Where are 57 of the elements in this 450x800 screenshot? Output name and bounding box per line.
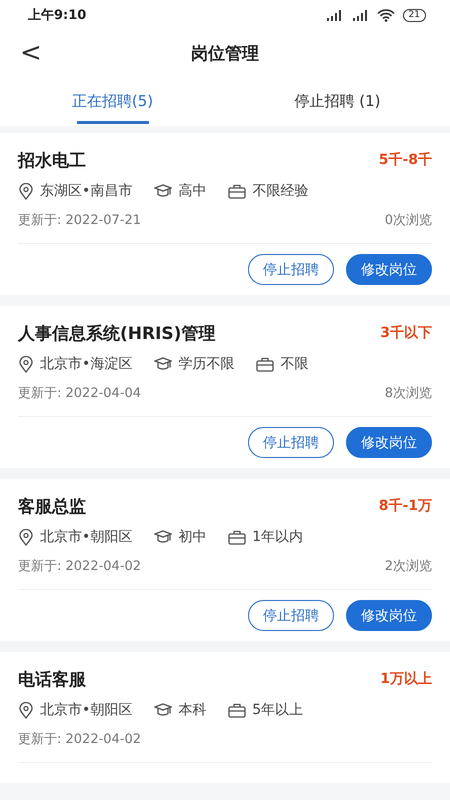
tab[interactable]: 正在招聘(5): [0, 76, 225, 126]
education: 学历不限: [178, 355, 234, 373]
edit-job-button[interactable]: 修改岗位: [346, 600, 432, 631]
experience: 不限: [280, 355, 308, 373]
education: 初中: [178, 528, 206, 546]
location: 东湖区•南昌市: [40, 182, 132, 200]
update-date: 更新于: 2022-04-02: [18, 731, 142, 748]
location-pin-icon: [18, 356, 34, 372]
stop-hiring-button[interactable]: 停止招聘: [248, 427, 334, 458]
update-date: 更新于: 2022-04-02: [18, 558, 142, 575]
edit-job-button[interactable]: 修改岗位: [346, 254, 432, 285]
salary: 8千-1万: [378, 497, 432, 515]
back-button[interactable]: <: [14, 38, 48, 68]
briefcase-icon: [228, 702, 246, 718]
education: 本科: [178, 701, 206, 719]
update-date: 更新于: 2022-07-21: [18, 212, 142, 229]
location: 北京市•朝阳区: [40, 528, 132, 546]
battery-level: 21: [402, 8, 426, 22]
experience: 不限经验: [252, 182, 308, 200]
experience: 5年以上: [252, 701, 304, 719]
experience: 1年以内: [252, 528, 304, 546]
briefcase-icon: [228, 530, 246, 544]
job-card[interactable]: 客服总监 8千-1万 北京市•朝阳区 初中 1年以内 更新于: 2022-04-02 2次浏览 停止招聘 修改岗位: [0, 479, 450, 641]
education: 高中: [178, 182, 206, 200]
location: 北京市•海淀区: [40, 355, 132, 373]
view-count: 0次浏览: [384, 212, 432, 229]
graduation-cap-icon: [154, 530, 172, 544]
briefcase-icon: [256, 356, 274, 372]
job-title: 招水电工: [18, 150, 86, 172]
stop-hiring-button[interactable]: 停止招聘: [248, 600, 334, 631]
page-title: 岗位管理: [191, 42, 259, 64]
signal-icon: [350, 10, 369, 20]
wifi-icon: [376, 8, 395, 22]
stop-hiring-button[interactable]: 停止招聘: [248, 254, 334, 285]
job-title: 客服总监: [18, 496, 86, 518]
job-card[interactable]: 电话客服 1万以上 北京市•朝阳区 本科 5年以上 更新于: 2022-04-02: [0, 652, 450, 783]
job-card[interactable]: 人事信息系统(HRIS)管理 3千以下 北京市•海淀区 学历不限 不限 更新于: 2022-04-04 8次浏览 停止招聘 修改岗位: [0, 306, 450, 468]
graduation-cap-icon: [154, 357, 172, 371]
tab[interactable]: 停止招聘 (1): [225, 76, 450, 126]
view-count: 2次浏览: [384, 558, 432, 575]
job-card[interactable]: 招水电工 5千-8千 东湖区•南昌市 高中 不限经验 更新于: 2022-07-21 0次浏览 停止招聘 修改岗位: [0, 133, 450, 295]
job-title: 电话客服: [18, 668, 86, 690]
job-title: 人事信息系统(HRIS)管理: [18, 322, 216, 344]
location-pin-icon: [18, 528, 34, 546]
briefcase-icon: [228, 184, 246, 198]
status-time: 上午9:10: [28, 7, 86, 24]
view-count: 8次浏览: [384, 385, 432, 402]
salary: 3千以下: [380, 324, 432, 342]
location: 北京市•朝阳区: [40, 701, 132, 719]
salary: 1万以上: [380, 670, 432, 688]
update-date: 更新于: 2022-04-04: [18, 385, 142, 402]
salary: 5千-8千: [378, 151, 432, 169]
location-pin-icon: [18, 702, 34, 718]
location-pin-icon: [18, 182, 34, 200]
graduation-cap-icon: [154, 184, 172, 198]
graduation-cap-icon: [154, 703, 172, 717]
edit-job-button[interactable]: 修改岗位: [346, 427, 432, 458]
